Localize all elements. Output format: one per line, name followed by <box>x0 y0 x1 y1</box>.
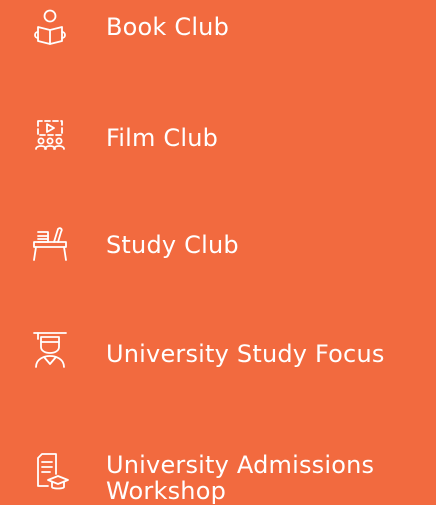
menu-item-book-club[interactable]: Book Club <box>0 0 436 60</box>
menu-item-film-club[interactable]: Film Club <box>0 106 436 166</box>
study-desk-icon <box>30 222 70 262</box>
menu-item-study-club[interactable]: Study Club <box>0 214 436 274</box>
menu-item-university-study-focus[interactable]: University Study Focus <box>0 323 436 383</box>
menu-item-label-line2: Workshop <box>106 477 227 505</box>
menu-item-label: Book Club <box>106 13 230 41</box>
menu-item-label: Film Club <box>106 124 219 152</box>
graduate-icon <box>30 329 70 369</box>
menu-item-label: University Admissions Workshop <box>106 452 374 504</box>
menu-item-university-admissions-workshop[interactable]: University Admissions Workshop <box>0 440 436 505</box>
club-menu: Book Club Film Club Study Club Universit… <box>0 0 436 505</box>
menu-item-label: University Study Focus <box>106 340 385 368</box>
menu-item-label-line1: University Admissions <box>106 451 375 479</box>
reader-icon <box>30 8 70 48</box>
film-audience-icon <box>30 115 70 155</box>
menu-item-label: Study Club <box>106 231 239 259</box>
document-graduation-icon <box>30 450 70 490</box>
